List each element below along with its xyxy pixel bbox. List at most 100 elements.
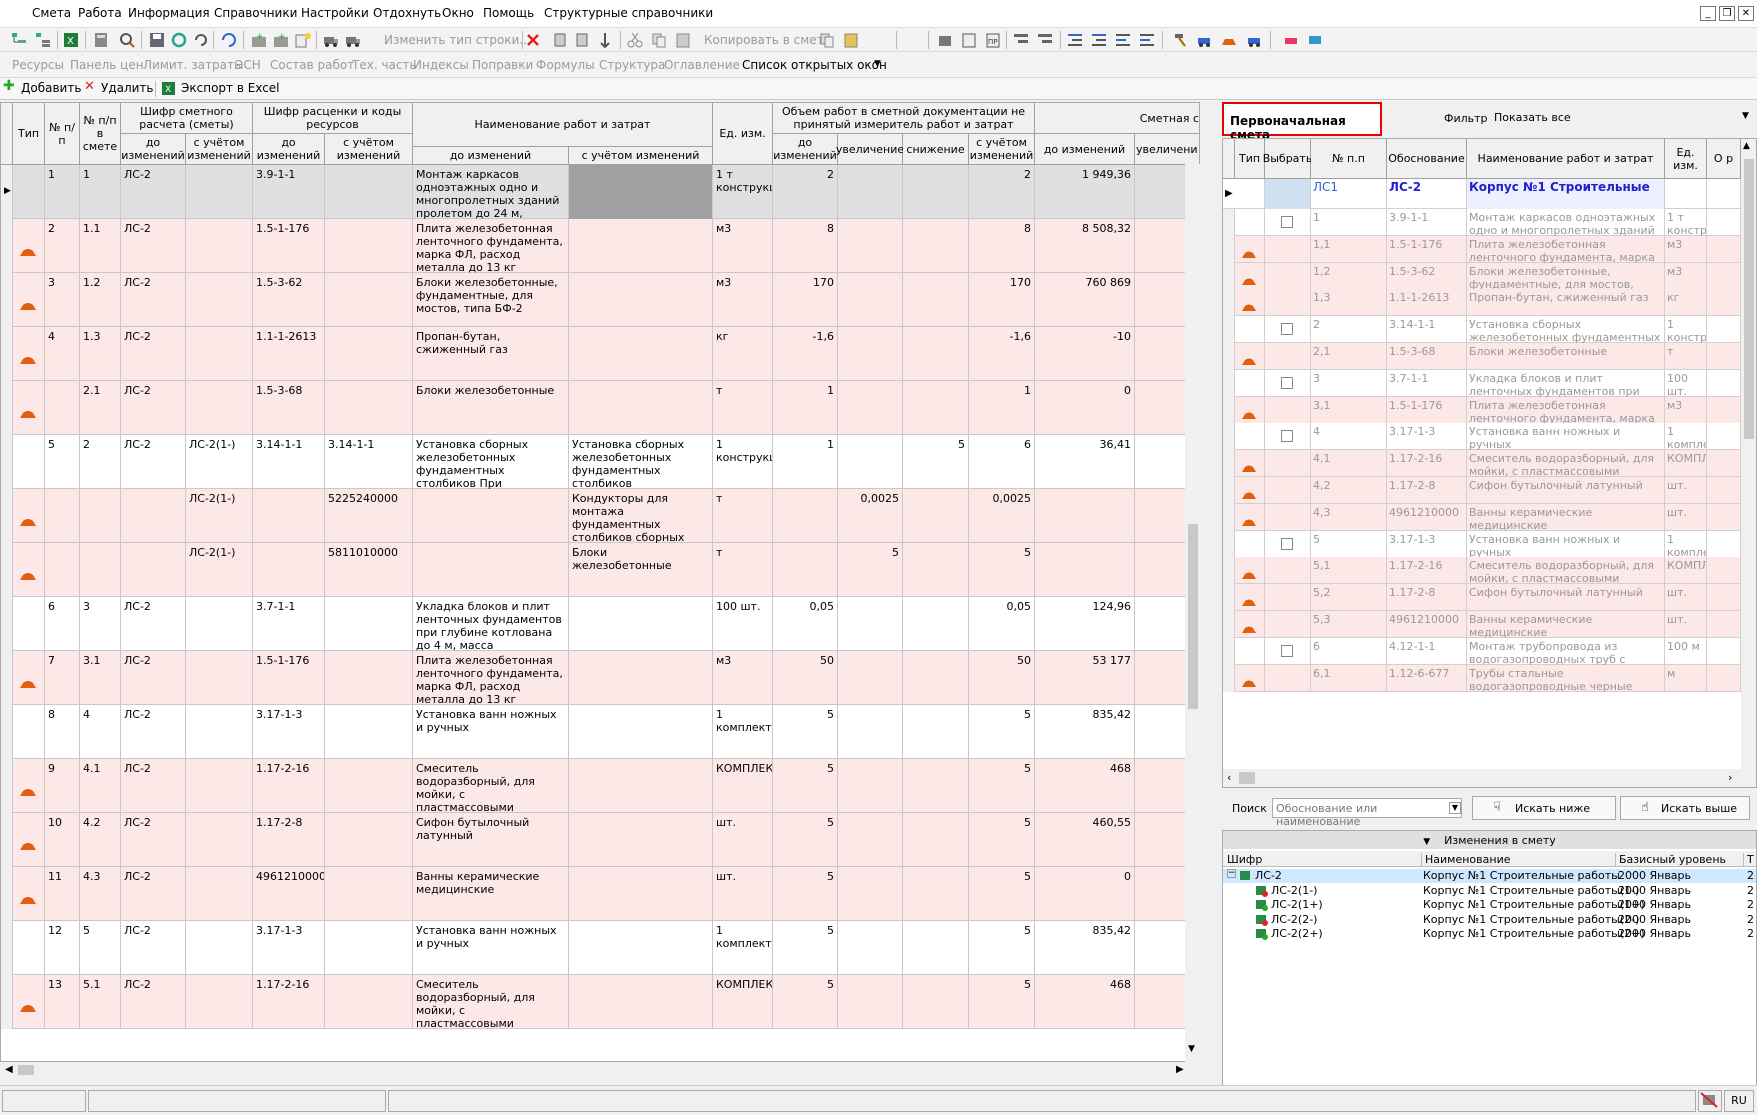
header-cipher-calc-after[interactable]: с учётом изменений — [186, 134, 253, 165]
cell-unit[interactable]: м3 — [713, 219, 773, 273]
cell-c1[interactable]: 8 — [45, 705, 80, 759]
r-cell-npp[interactable]: 2,1 — [1311, 343, 1387, 370]
r-choose-cell[interactable] — [1265, 316, 1311, 344]
cell-unit[interactable]: 1 конструкц — [713, 435, 773, 489]
cell-c4[interactable]: ЛС-2(1-) — [186, 543, 253, 597]
cell-unit[interactable]: 1 т конструкц — [713, 165, 773, 219]
r-row-selector[interactable] — [1223, 369, 1235, 397]
r-row-selector[interactable] — [1223, 450, 1235, 478]
cell-c4[interactable]: ЛС-2(1-) — [186, 489, 253, 543]
r-cell-npp[interactable]: 4,2 — [1311, 477, 1387, 504]
excel-export-icon[interactable]: X — [161, 81, 176, 96]
r-cell-npp[interactable]: 6 — [1311, 637, 1387, 665]
copy-icon[interactable] — [650, 31, 668, 49]
r-cell-name[interactable]: Пропан-бутан, сжиженный газ — [1467, 289, 1665, 317]
r-cell-basis[interactable]: 4961210000 — [1387, 503, 1467, 531]
r-cell-extra[interactable] — [1707, 209, 1741, 236]
cell-c6[interactable] — [325, 273, 413, 327]
r-cell-npp[interactable]: 1,2 — [1311, 262, 1387, 290]
r-cell-extra[interactable] — [1707, 262, 1741, 290]
menu-window[interactable]: Окно — [442, 6, 474, 20]
cell-c6[interactable] — [325, 705, 413, 759]
r-table-row[interactable]: 5,2 1.17-2-8 Сифон бутылочный латунный шт. — [1223, 584, 1756, 612]
chevron-down-icon[interactable]: ▼ — [1742, 111, 1749, 121]
table-row[interactable]: 13 5.1 ЛС-2 1.17-2-16 Смеситель водоразборны… — [1, 975, 1199, 1029]
r-table-row-root[interactable]: ▶ ЛС1 ЛС-2 Корпус №1 Строительные — [1223, 179, 1756, 209]
r-scroll-up-icon[interactable]: ▲ — [1743, 141, 1750, 151]
cell-v3[interactable] — [903, 975, 969, 1029]
row-selector[interactable] — [1, 489, 13, 543]
cell-c5[interactable]: 4961210000 — [253, 867, 325, 921]
header-cipher-rate[interactable]: Шифр расценки и коды ресурсов — [253, 103, 413, 134]
r-cell-name[interactable]: Монтаж каркасов одноэтажных одно и много… — [1467, 209, 1665, 236]
cell-v1[interactable]: 1 — [773, 381, 838, 435]
cell-name2[interactable] — [569, 327, 713, 381]
r-cell-basis[interactable]: 1.5-3-62 — [1387, 262, 1467, 290]
r-row-selector[interactable] — [1223, 557, 1235, 585]
menu-settings[interactable]: Настройки — [301, 6, 369, 20]
save-icon[interactable] — [148, 31, 166, 49]
cell-v4[interactable]: 2 — [969, 165, 1035, 219]
cell-c3[interactable]: ЛС-2 — [121, 651, 186, 705]
cell-unit[interactable]: 1 комплект — [713, 921, 773, 975]
undo-icon[interactable] — [192, 31, 210, 49]
cell-name2[interactable]: Кондукторы для монтажа фундаментных стол… — [569, 489, 713, 543]
cell-c1[interactable]: 5 — [45, 435, 80, 489]
cell-v4[interactable]: 5 — [969, 543, 1035, 597]
cell-c6[interactable] — [325, 165, 413, 219]
menu-smeta[interactable]: Смета — [32, 6, 71, 20]
cell-v3[interactable] — [903, 705, 969, 759]
delete-icon[interactable] — [524, 31, 542, 49]
r-table-row[interactable]: 5 3.17-1-3 Установка ванн ножных и ручных 1… — [1223, 530, 1756, 558]
cell-c5[interactable]: 3.14-1-1 — [253, 435, 325, 489]
r-cell-extra[interactable] — [1707, 423, 1741, 451]
r-table-row[interactable]: 1,1 1.5-1-176 Плита железобетонная ленточн… — [1223, 235, 1756, 263]
r-header-extra[interactable]: О р — [1707, 139, 1741, 179]
cell-c2[interactable] — [80, 543, 121, 597]
cell-c4[interactable] — [186, 651, 253, 705]
r-cell-unit[interactable]: шт. — [1665, 477, 1707, 504]
cell-name[interactable]: Смеситель водоразборный, для мойки, с пл… — [413, 975, 569, 1029]
add-button[interactable]: Добавить — [21, 81, 81, 95]
r-choose-cell[interactable] — [1265, 530, 1311, 558]
r-choose-cell[interactable] — [1265, 477, 1311, 504]
row-selector[interactable] — [1, 867, 13, 921]
r-cell-npp[interactable]: 1 — [1311, 209, 1387, 236]
cell-c3[interactable]: ЛС-2 — [121, 597, 186, 651]
ch-header-base[interactable]: Базисный уровень — [1615, 853, 1726, 866]
r-cell-npp[interactable]: 6,1 — [1311, 664, 1387, 692]
r-cell-extra[interactable] — [1707, 611, 1741, 638]
cell-c1[interactable]: 4 — [45, 327, 80, 381]
indices-button[interactable]: Индексы — [413, 58, 469, 72]
cell-v1[interactable]: 5 — [773, 705, 838, 759]
cell-v1[interactable]: -1,6 — [773, 327, 838, 381]
r-scroll-right-icon[interactable]: › — [1728, 771, 1732, 784]
cell-name2[interactable] — [569, 813, 713, 867]
cell-c1[interactable]: 7 — [45, 651, 80, 705]
cell-v2[interactable] — [838, 435, 903, 489]
cell-cost[interactable]: 760 869 — [1035, 273, 1135, 327]
cell-c3[interactable]: ЛС-2 — [121, 975, 186, 1029]
cell-cost[interactable]: 124,96 — [1035, 597, 1135, 651]
cell-name[interactable]: Установка ванн ножных и ручных — [413, 705, 569, 759]
header-npp-estimate[interactable]: № п/п в смете — [80, 103, 121, 165]
cell-v2[interactable] — [838, 705, 903, 759]
r-header-choose[interactable]: Выбрать — [1263, 139, 1312, 179]
cell-c3[interactable]: ЛС-2 — [121, 381, 186, 435]
cell-c3[interactable]: ЛС-2 — [121, 327, 186, 381]
r-cell-npp[interactable]: 2 — [1311, 316, 1387, 344]
r-cell-npp[interactable]: 3,1 — [1311, 396, 1387, 424]
outdent-icon[interactable] — [1090, 31, 1108, 49]
r-cell-basis[interactable]: 1.5-1-176 — [1387, 396, 1467, 424]
header-volume-after[interactable]: с учётом изменений — [969, 134, 1035, 165]
header-cipher-calc-before[interactable]: до изменений — [121, 134, 186, 165]
menu-rabota[interactable]: Работа — [78, 6, 122, 20]
r-choose-cell[interactable] — [1265, 369, 1311, 397]
cell-v3[interactable] — [903, 813, 969, 867]
cell-v1[interactable]: 5 — [773, 921, 838, 975]
header-cost-before[interactable]: до изменений — [1035, 134, 1135, 165]
r-cell-basis[interactable]: 1.17-2-8 — [1387, 584, 1467, 612]
menu-help[interactable]: Помощь — [483, 6, 534, 20]
header-name[interactable]: Наименование работ и затрат — [413, 103, 713, 147]
cell-name2[interactable] — [569, 705, 713, 759]
